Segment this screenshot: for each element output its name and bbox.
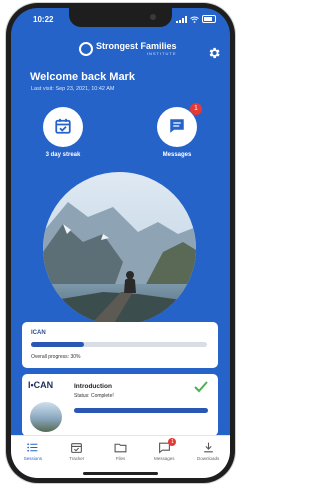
- module-thumbnail: I•CAN: [28, 380, 64, 432]
- tab-label-tracker: Tracker: [69, 456, 85, 461]
- module-status: Status: Complete!: [74, 393, 114, 399]
- program-progress-fill: [31, 342, 84, 347]
- brand-sub: INSTITUTE: [146, 51, 177, 56]
- module-thumbnail-image: [30, 402, 62, 432]
- notch: [69, 8, 172, 27]
- tab-label-files: Files: [115, 456, 126, 461]
- module-progress-bar: [74, 408, 208, 413]
- sessions-icon: [27, 443, 38, 452]
- module-logo: I•CAN: [28, 380, 54, 390]
- messages-label: Messages: [162, 152, 192, 158]
- home-indicator: [83, 472, 158, 475]
- streak-label: 3 day streak: [45, 152, 81, 158]
- program-title: ICAN: [31, 330, 46, 336]
- program-progress-bar: [31, 342, 207, 347]
- bottom-tab-bar: Sessions Tracker Files 1 Messages Downlo…: [11, 435, 230, 478]
- wifi-icon: [190, 16, 199, 23]
- phone-frame: 10:22 Strongest Families INSTITUTE Welco…: [6, 3, 235, 483]
- module-title: Introduction: [74, 383, 112, 390]
- signal-icon: [176, 15, 187, 23]
- last-visit-text: Last visit: Sep 23, 2021, 10:42 AM: [31, 86, 115, 92]
- message-icon: [170, 119, 184, 133]
- tab-label-downloads: Downloads: [196, 456, 220, 461]
- checkmark-icon: [194, 381, 208, 393]
- messages-tab-badge: 1: [168, 438, 177, 446]
- settings-gear-icon[interactable]: [207, 46, 221, 60]
- messages-badge: 1: [190, 103, 202, 115]
- camera: [150, 14, 156, 20]
- folder-icon: [114, 443, 127, 453]
- logo-mark-icon: [79, 42, 93, 56]
- status-icons: [176, 15, 216, 23]
- app-screen: 10:22 Strongest Families INSTITUTE Welco…: [11, 8, 230, 478]
- status-time: 10:22: [33, 15, 54, 24]
- calendar-icon: [71, 443, 83, 453]
- calendar-check-icon: [55, 118, 71, 134]
- tab-label-sessions: Sessions: [23, 456, 43, 461]
- download-icon: [203, 442, 213, 453]
- program-progress-label: Overall progress: 30%: [31, 354, 81, 360]
- module-card-introduction[interactable]: I•CAN Introduction Status: Complete!: [22, 374, 218, 436]
- battery-icon: [202, 15, 216, 23]
- brand-logo: Strongest Families INSTITUTE: [79, 42, 177, 56]
- tab-downloads[interactable]: Downloads: [186, 436, 230, 478]
- ican-program-card[interactable]: ICAN Overall progress: 30%: [22, 322, 218, 368]
- tab-sessions[interactable]: Sessions: [11, 436, 55, 478]
- tab-label-messages: Messages: [154, 456, 175, 461]
- module-progress-fill: [74, 408, 208, 413]
- brand-name: Strongest Families: [96, 41, 177, 51]
- hero-mountain-lake-image: [43, 172, 196, 325]
- streak-button[interactable]: [43, 107, 83, 147]
- welcome-title: Welcome back Mark: [30, 71, 135, 83]
